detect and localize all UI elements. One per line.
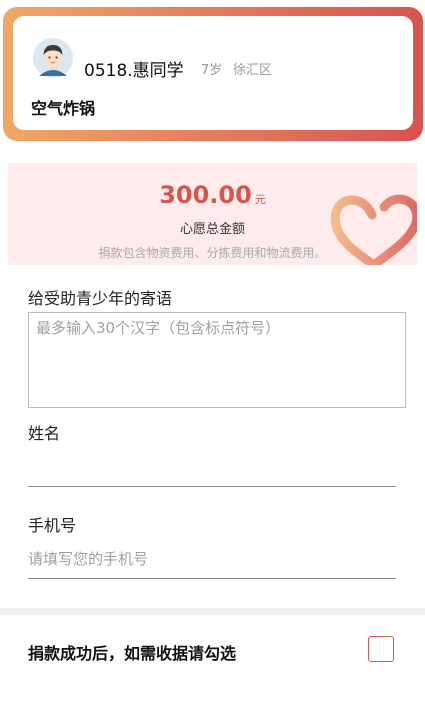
section-divider — [0, 608, 425, 615]
wish-total-panel: 300.00 元 心愿总金额 捐款包含物资费用、分拣费用和物流费用。 — [8, 163, 417, 265]
total-note: 捐款包含物资费用、分拣费用和物流费用。 — [98, 246, 327, 260]
receipt-label: 捐款成功后，如需收据请勾选 — [28, 644, 237, 663]
total-label: 心愿总金额 — [179, 222, 245, 237]
receipt-checkbox[interactable] — [368, 636, 394, 662]
child-name: 0518.惠同学 — [84, 61, 184, 81]
phone-field[interactable] — [28, 540, 396, 579]
wish-item: 空气炸锅 — [31, 99, 96, 118]
phone-label: 手机号 — [28, 516, 77, 535]
avatar — [33, 38, 73, 78]
total-amount-line: 300.00 元 — [8, 181, 417, 209]
message-textarea[interactable] — [28, 312, 406, 408]
message-label: 给受助青少年的寄语 — [28, 289, 173, 308]
child-age: 7岁 — [201, 63, 223, 78]
currency-unit: 元 — [254, 193, 266, 206]
child-card-border: 0518.惠同学 7岁 徐汇区 空气炸锅 — [3, 7, 423, 141]
child-card: 0518.惠同学 7岁 徐汇区 空气炸锅 — [13, 16, 413, 130]
name-label: 姓名 — [28, 424, 61, 443]
child-district: 徐汇区 — [233, 63, 273, 78]
name-field[interactable] — [28, 450, 396, 487]
total-amount: 300.00 — [159, 181, 252, 209]
